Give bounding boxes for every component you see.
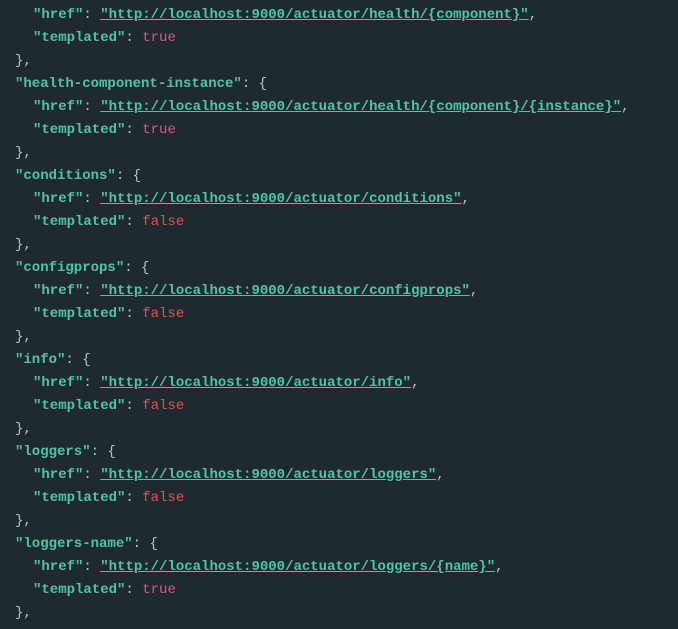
json-url-link[interactable]: "http://localhost:9000/actuator/info" [100, 375, 411, 391]
json-entry-key-line: "loggers-name": { [0, 533, 678, 556]
json-key-href: "href" [33, 191, 83, 207]
json-key: "info" [15, 352, 65, 368]
json-templated-line: "templated": true [0, 119, 678, 142]
open-brace: { [259, 76, 267, 92]
json-url-link[interactable]: "http://localhost:9000/actuator/loggers/… [100, 559, 495, 575]
json-href-line: "href": "http://localhost:9000/actuator/… [0, 4, 678, 27]
json-url-link[interactable]: "http://localhost:9000/actuator/health/{… [100, 7, 528, 23]
json-entry-key-line: "loggers": { [0, 441, 678, 464]
json-key-templated: "templated" [33, 490, 125, 506]
json-key-templated: "templated" [33, 30, 125, 46]
json-entry-key-line: "configprops": { [0, 257, 678, 280]
json-url-link[interactable]: "http://localhost:9000/actuator/loggers" [100, 467, 436, 483]
json-href-line: "href": "http://localhost:9000/actuator/… [0, 556, 678, 579]
json-key-href: "href" [33, 375, 83, 391]
json-entry-key-line: "health-component-instance": { [0, 73, 678, 96]
json-key-templated: "templated" [33, 582, 125, 598]
json-bool-true: true [142, 122, 176, 138]
open-brace: { [149, 536, 157, 552]
json-bool-true: true [142, 582, 176, 598]
json-href-line: "href": "http://localhost:9000/actuator/… [0, 372, 678, 395]
json-templated-line: "templated": false [0, 303, 678, 326]
json-url-link[interactable]: "http://localhost:9000/actuator/conditio… [100, 191, 461, 207]
json-templated-line: "templated": false [0, 487, 678, 510]
json-key-href: "href" [33, 283, 83, 299]
json-url-link[interactable]: "http://localhost:9000/actuator/health/{… [100, 99, 621, 115]
json-key-templated: "templated" [33, 214, 125, 230]
json-key: "configprops" [15, 260, 124, 276]
json-close-line: }, [0, 326, 678, 349]
json-close-line: }, [0, 418, 678, 441]
json-code-block: "href": "http://localhost:9000/actuator/… [0, 4, 678, 625]
json-bool-false: false [142, 490, 184, 506]
json-templated-line: "templated": true [0, 579, 678, 602]
json-close-line: }, [0, 234, 678, 257]
json-href-line: "href": "http://localhost:9000/actuator/… [0, 464, 678, 487]
json-key: "loggers-name" [15, 536, 133, 552]
json-bool-false: false [142, 214, 184, 230]
json-key: "conditions" [15, 168, 116, 184]
json-close-line: }, [0, 510, 678, 533]
json-close-line: }, [0, 602, 678, 625]
json-url-link[interactable]: "http://localhost:9000/actuator/configpr… [100, 283, 470, 299]
open-brace: { [141, 260, 149, 276]
json-entry-key-line: "conditions": { [0, 165, 678, 188]
json-key-templated: "templated" [33, 306, 125, 322]
json-templated-line: "templated": true [0, 27, 678, 50]
json-close-line: }, [0, 142, 678, 165]
json-key: "loggers" [15, 444, 91, 460]
json-templated-line: "templated": false [0, 395, 678, 418]
json-key-href: "href" [33, 467, 83, 483]
json-key: "health-component-instance" [15, 76, 242, 92]
json-bool-false: false [142, 306, 184, 322]
json-entry-key-line: "info": { [0, 349, 678, 372]
json-bool-false: false [142, 398, 184, 414]
json-href-line: "href": "http://localhost:9000/actuator/… [0, 280, 678, 303]
json-bool-true: true [142, 30, 176, 46]
json-href-line: "href": "http://localhost:9000/actuator/… [0, 188, 678, 211]
open-brace: { [133, 168, 141, 184]
json-key-href: "href" [33, 7, 83, 23]
open-brace: { [107, 444, 115, 460]
json-key-templated: "templated" [33, 398, 125, 414]
json-href-line: "href": "http://localhost:9000/actuator/… [0, 96, 678, 119]
json-close-line: }, [0, 50, 678, 73]
json-templated-line: "templated": false [0, 211, 678, 234]
json-key-templated: "templated" [33, 122, 125, 138]
json-key-href: "href" [33, 99, 83, 115]
open-brace: { [82, 352, 90, 368]
json-key-href: "href" [33, 559, 83, 575]
